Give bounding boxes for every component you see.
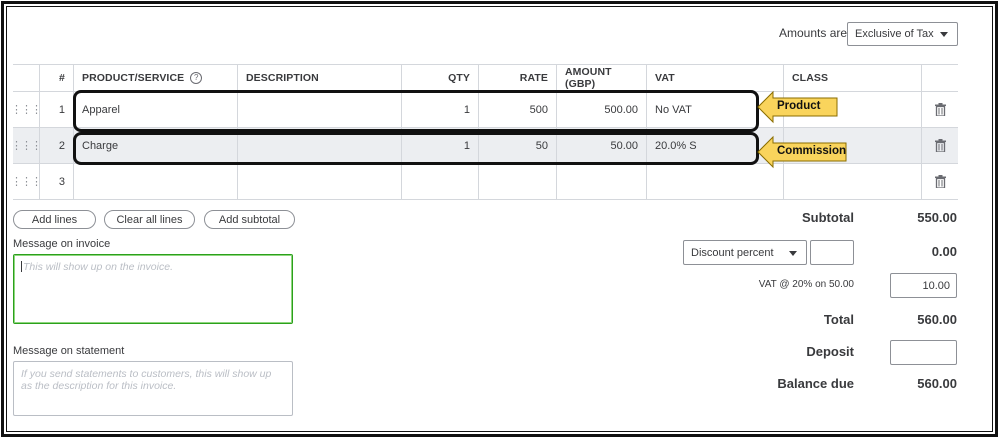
table-header-row: # PRODUCT/SERVICE ? DESCRIPTION QTY RATE… [13,64,958,92]
header-vat: VAT [646,65,783,91]
message-on-invoice-field[interactable]: This will show up on the invoice. [13,254,293,324]
balance-due-value: 560.00 [917,376,957,391]
header-product-service: PRODUCT/SERVICE ? [73,65,237,91]
deposit-label: Deposit [806,344,854,359]
row-number: 3 [39,164,73,199]
vat-amount-input[interactable]: 10.00 [890,273,957,298]
trash-icon[interactable] [921,92,958,127]
trash-icon[interactable] [921,128,958,163]
message-on-statement-field[interactable]: If you send statements to customers, thi… [13,361,293,416]
qty-cell[interactable] [401,164,478,199]
trash-icon[interactable] [921,164,958,199]
discount-value: 0.00 [931,244,957,259]
add-lines-button[interactable]: Add lines [13,210,96,229]
drag-handle-icon[interactable]: ⋮⋮⋮ [11,164,42,199]
callout-commission: Commission [757,135,849,169]
row-number: 1 [39,92,73,127]
header-product-label: PRODUCT/SERVICE [82,72,185,84]
invoice-placeholder: This will show up on the invoice. [23,261,173,273]
total-value: 560.00 [917,312,957,327]
drag-handle-icon[interactable]: ⋮⋮⋮ [11,92,42,127]
header-qty: QTY [401,65,478,91]
subtotal-label: Subtotal [802,210,854,225]
product-cell[interactable] [73,164,237,199]
caret-down-icon [789,251,797,256]
drag-handle-icon[interactable]: ⋮⋮⋮ [11,128,42,163]
header-number: # [39,65,73,91]
deposit-input[interactable] [890,340,957,365]
header-rate: RATE [478,65,556,91]
description-cell[interactable] [237,164,401,199]
subtotal-value: 550.00 [917,210,957,225]
callout-product: Product [757,90,839,124]
header-description: DESCRIPTION [237,65,401,91]
callout-product-label: Product [777,100,821,112]
amounts-tax-value: Exclusive of Tax [855,28,934,40]
caret-down-icon [940,32,948,37]
vat-cell[interactable] [646,164,783,199]
highlight-box-commission-row [73,132,759,165]
clear-all-lines-button[interactable]: Clear all lines [104,210,195,229]
table-row: ⋮⋮⋮ 3 [11,164,958,200]
message-on-statement-label: Message on statement [13,345,125,357]
text-cursor [21,261,22,272]
amounts-are-label: Amounts are [779,26,848,40]
highlight-box-product-row [73,90,759,132]
header-amount: AMOUNT (GBP) [556,65,646,91]
class-cell[interactable] [783,164,921,199]
vat-summary-label: VAT @ 20% on 50.00 [758,279,854,290]
balance-due-label: Balance due [777,376,854,391]
header-class: CLASS [783,65,921,91]
add-subtotal-button[interactable]: Add subtotal [204,210,295,229]
callout-commission-label: Commission [777,145,847,157]
discount-type-select[interactable]: Discount percent [683,240,807,265]
message-on-invoice-label: Message on invoice [13,238,111,250]
header-delete-cell [921,65,958,91]
help-icon[interactable]: ? [190,72,203,84]
header-drag-cell [13,65,39,91]
rate-cell[interactable] [478,164,556,199]
discount-type-value: Discount percent [691,247,774,259]
amounts-tax-select[interactable]: Exclusive of Tax [847,22,958,46]
total-label: Total [823,312,854,327]
discount-input[interactable] [810,240,854,265]
amount-cell[interactable] [556,164,646,199]
row-number: 2 [39,128,73,163]
statement-placeholder: If you send statements to customers, thi… [21,368,272,392]
